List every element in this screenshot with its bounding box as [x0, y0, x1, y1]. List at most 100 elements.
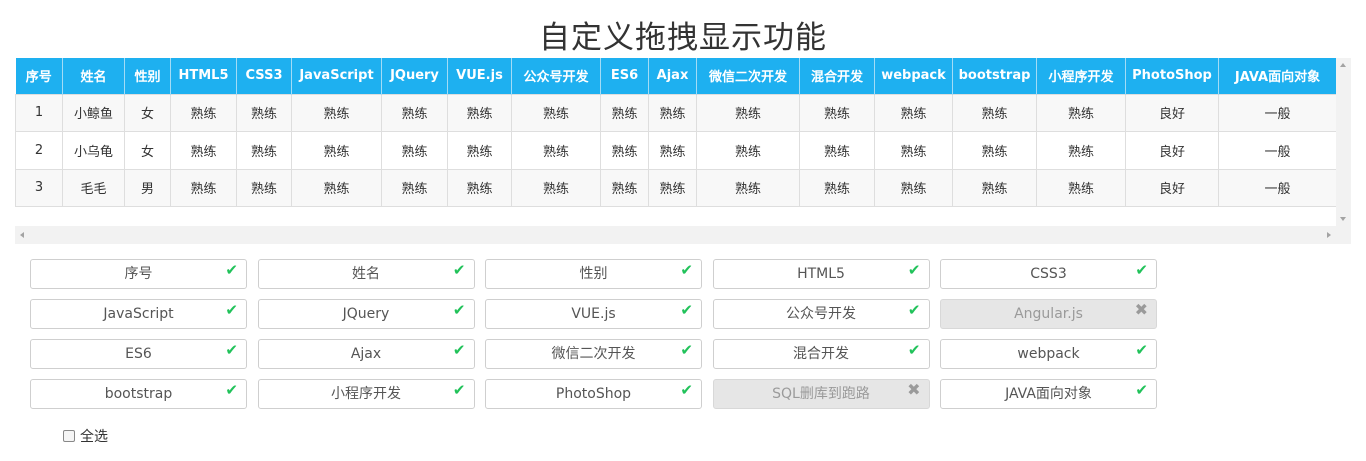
column-toggle-option[interactable]: HTML5 ✔ [712, 259, 930, 289]
column-toggle-option[interactable]: JavaScript ✔ [30, 299, 247, 329]
checkbox-box[interactable] [63, 430, 75, 442]
select-all-checkbox[interactable]: 全选 [63, 426, 108, 446]
column-toggle-label: webpack [1017, 346, 1080, 362]
table-cell: 熟练 [952, 168, 1037, 207]
table-cell: 熟练 [874, 93, 953, 132]
scroll-down-arrow-icon[interactable] [1340, 217, 1346, 221]
column-toggle-label: SQL删库到跑路 [772, 386, 870, 402]
cross-icon: ✖ [907, 380, 921, 399]
table-cell: 熟练 [1036, 168, 1126, 207]
scrollbar-corner [1336, 226, 1351, 244]
column-header[interactable]: CSS3 [236, 58, 292, 94]
table-cell: 熟练 [236, 131, 292, 170]
column-toggle-option[interactable]: CSS3 ✔ [940, 259, 1157, 289]
table-cell: 女 [124, 93, 171, 132]
scroll-up-arrow-icon[interactable] [1340, 63, 1346, 67]
table-cell: 良好 [1125, 168, 1219, 207]
table-cell: 熟练 [381, 168, 448, 207]
table-cell: 熟练 [696, 93, 800, 132]
table-cell: 熟练 [952, 93, 1037, 132]
table-cell: 熟练 [799, 168, 875, 207]
table-row: 3 毛毛男熟练 熟练 熟练 熟练 熟练 熟练 熟练 熟练 熟练 熟练 熟练 熟练 熟练 良好 一般 [15, 168, 1336, 207]
column-toggle-option[interactable]: 混合开发 ✔ [712, 339, 930, 369]
column-toggle-label: HTML5 [797, 266, 845, 282]
scroll-left-arrow-icon[interactable] [20, 232, 24, 238]
column-toggle-option[interactable]: Ajax ✔ [257, 339, 475, 369]
table-cell: 良好 [1125, 93, 1219, 132]
table-row: 1 小鲸鱼女熟练 熟练 熟练 熟练 熟练 熟练 熟练 熟练 熟练 熟练 熟练 熟练 熟练 良好 一般 [15, 93, 1336, 132]
column-toggle-option[interactable]: VUE.js ✔ [485, 299, 702, 329]
check-icon: ✔ [680, 301, 693, 319]
table-body: 1 小鲸鱼女熟练 熟练 熟练 熟练 熟练 熟练 熟练 熟练 熟练 熟练 熟练 熟练 熟练 良好 一般 2 小乌龟女… [15, 93, 1336, 207]
table-cell: 2 [15, 131, 63, 170]
table-cell: 熟练 [874, 131, 953, 170]
table-cell: 熟练 [291, 168, 382, 207]
column-toggle-label: bootstrap [104, 386, 173, 402]
column-header[interactable]: 性别 [124, 58, 171, 94]
column-header[interactable]: Ajax [648, 58, 697, 94]
check-icon: ✔ [907, 341, 921, 359]
column-toggle-label: 姓名 [352, 266, 380, 282]
table-header-row: 序号 姓名 性别 HTML5 CSS3 JavaScript JQuery VUE.js 公众号… [15, 58, 1336, 94]
column-toggle-option[interactable]: webpack ✔ [940, 339, 1157, 369]
vertical-scrollbar[interactable] [1336, 58, 1351, 226]
column-header[interactable]: 姓名 [62, 58, 125, 94]
column-header[interactable]: JAVA面向对象 [1218, 58, 1336, 94]
table-cell: 一般 [1218, 93, 1336, 132]
column-header[interactable]: 公众号开发 [511, 58, 601, 94]
column-toggle-label: 性别 [579, 266, 608, 282]
column-toggle-option[interactable]: 公众号开发 ✔ [712, 299, 930, 329]
column-header[interactable]: 混合开发 [799, 58, 875, 94]
column-header[interactable]: webpack [874, 58, 953, 94]
table-cell: 熟练 [1036, 131, 1126, 170]
column-toggle-option[interactable]: 性别 ✔ [485, 259, 702, 289]
table-cell: 女 [124, 131, 171, 170]
column-toggle-option[interactable]: 序号 ✔ [30, 259, 247, 289]
column-toggle-option[interactable]: SQL删库到跑路 ✖ [712, 379, 930, 409]
column-header[interactable]: JavaScript [291, 58, 382, 94]
column-toggle-label: 小程序开发 [331, 386, 401, 402]
table-cell: 熟练 [874, 168, 953, 207]
column-header[interactable]: PhotoShop [1125, 58, 1219, 94]
column-header[interactable]: 小程序开发 [1036, 58, 1126, 94]
table-cell: 熟练 [447, 93, 512, 132]
table-cell: 熟练 [1036, 93, 1126, 132]
horizontal-scrollbar[interactable] [15, 226, 1336, 244]
column-toggle-option[interactable]: 小程序开发 ✔ [257, 379, 475, 409]
table-cell: 熟练 [236, 168, 292, 207]
column-toggle-option[interactable]: Angular.js ✖ [940, 299, 1157, 329]
column-options-grid: 序号 ✔ 姓名 ✔ 性别 ✔ HTML5 ✔ CSS3 ✔ JavaScript ✔ JQuery ✔ VU… [30, 259, 1160, 409]
column-header[interactable]: HTML5 [170, 58, 237, 94]
column-toggle-option[interactable]: 姓名 ✔ [257, 259, 475, 289]
table-cell: 小乌龟 [62, 131, 125, 170]
table-cell: 熟练 [952, 131, 1037, 170]
table-cell: 熟练 [648, 93, 697, 132]
column-toggle-option[interactable]: ES6 ✔ [30, 339, 247, 369]
column-header[interactable]: bootstrap [952, 58, 1037, 94]
column-header[interactable]: 序号 [15, 58, 63, 94]
column-toggle-option[interactable]: JQuery ✔ [257, 299, 475, 329]
column-header[interactable]: 微信二次开发 [696, 58, 800, 94]
column-toggle-label: PhotoShop [555, 386, 632, 402]
column-header[interactable]: VUE.js [447, 58, 512, 94]
column-header[interactable]: JQuery [381, 58, 448, 94]
table-cell: 熟练 [648, 131, 697, 170]
check-icon: ✔ [680, 261, 693, 279]
column-toggle-option[interactable]: JAVA面向对象 ✔ [940, 379, 1157, 409]
table-cell: 熟练 [511, 168, 601, 207]
check-icon: ✔ [452, 261, 466, 279]
table-cell: 一般 [1218, 168, 1336, 207]
table-cell: 熟练 [236, 93, 292, 132]
scroll-right-arrow-icon[interactable] [1327, 232, 1331, 238]
column-toggle-label: Angular.js [1014, 306, 1083, 322]
table-cell: 熟练 [447, 168, 512, 207]
table-cell: 熟练 [696, 131, 800, 170]
table-cell: 熟练 [600, 93, 649, 132]
column-toggle-option[interactable]: PhotoShop ✔ [485, 379, 702, 409]
column-toggle-label: 微信二次开发 [551, 346, 636, 362]
column-toggle-option[interactable]: bootstrap ✔ [30, 379, 247, 409]
column-toggle-label: Ajax [350, 346, 382, 362]
table-cell: 熟练 [600, 131, 649, 170]
column-header[interactable]: ES6 [600, 58, 649, 94]
column-toggle-option[interactable]: 微信二次开发 ✔ [485, 339, 702, 369]
